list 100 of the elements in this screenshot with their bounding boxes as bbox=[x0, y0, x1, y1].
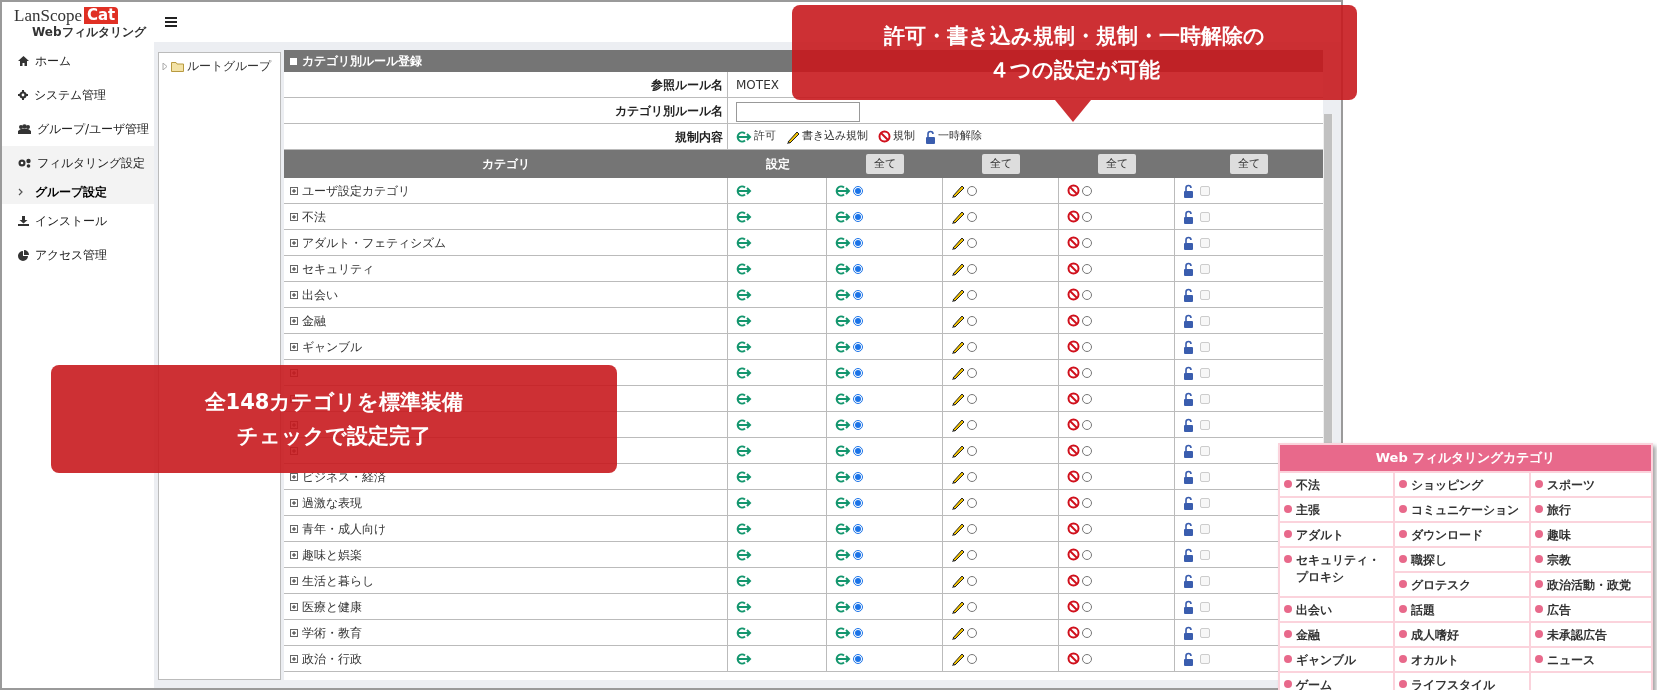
pencil-icon bbox=[951, 339, 965, 354]
arrow-circle-icon bbox=[736, 600, 752, 613]
sidebar-subitem[interactable]: グループ設定 bbox=[2, 180, 154, 204]
category-name: セキュリティ bbox=[302, 260, 374, 278]
checkbox[interactable] bbox=[1200, 419, 1210, 430]
gears-icon bbox=[18, 158, 31, 168]
checkbox[interactable] bbox=[1200, 653, 1210, 664]
padlock-icon bbox=[1183, 417, 1194, 432]
category-item: 宗教 bbox=[1547, 552, 1571, 569]
expand-icon bbox=[290, 316, 298, 325]
expand-icon bbox=[290, 342, 298, 351]
pencil-icon bbox=[951, 443, 965, 458]
checkbox[interactable] bbox=[1200, 497, 1210, 508]
category-name: 政治・行政 bbox=[302, 650, 362, 668]
expand-icon bbox=[290, 550, 298, 559]
checkbox[interactable] bbox=[1200, 237, 1210, 248]
checkbox[interactable] bbox=[1200, 263, 1210, 274]
padlock-icon bbox=[1183, 651, 1194, 666]
checkbox[interactable] bbox=[1200, 575, 1210, 586]
checkbox[interactable] bbox=[1200, 341, 1210, 352]
checkbox[interactable] bbox=[1200, 523, 1210, 534]
expand-icon bbox=[290, 524, 298, 533]
padlock-icon bbox=[1183, 443, 1194, 458]
padlock-icon bbox=[1183, 469, 1194, 484]
pencil-icon bbox=[951, 287, 965, 302]
padlock-icon bbox=[1183, 547, 1194, 562]
pie-chart-icon bbox=[18, 249, 29, 261]
pencil-icon bbox=[951, 391, 965, 406]
prohibited-icon bbox=[1067, 548, 1080, 561]
arrow-circle-icon bbox=[835, 392, 851, 405]
checkbox[interactable] bbox=[1200, 211, 1210, 222]
legend-label: 規制 bbox=[893, 128, 915, 145]
sidebar-item[interactable]: インストール bbox=[2, 204, 154, 238]
category-name: 趣味と娯楽 bbox=[302, 546, 362, 564]
padlock-icon bbox=[1183, 261, 1194, 276]
bullet-icon bbox=[1399, 630, 1407, 638]
bullet-icon bbox=[1535, 505, 1543, 513]
checkbox[interactable] bbox=[1200, 185, 1210, 196]
prohibited-icon bbox=[1067, 392, 1080, 405]
prohibited-icon bbox=[1067, 366, 1080, 379]
prohibited-icon bbox=[1067, 288, 1080, 301]
bullet-icon bbox=[1284, 655, 1292, 663]
arrow-circle-icon bbox=[736, 626, 752, 639]
category-name: ビジネス・経済 bbox=[302, 468, 386, 486]
tree-item[interactable]: ルートグループ bbox=[187, 57, 271, 75]
select-all-button[interactable]: 全て bbox=[1230, 154, 1268, 174]
category-name: 過激な表現 bbox=[302, 494, 362, 512]
arrow-circle-icon bbox=[835, 340, 851, 353]
prohibited-icon bbox=[1067, 470, 1080, 483]
checkbox[interactable] bbox=[1200, 289, 1210, 300]
expand-icon bbox=[290, 238, 298, 247]
arrow-circle-icon bbox=[736, 470, 752, 483]
select-all-button[interactable]: 全て bbox=[1098, 154, 1136, 174]
checkbox[interactable] bbox=[1200, 549, 1210, 560]
expand-icon bbox=[290, 212, 298, 221]
sidebar-item[interactable]: アクセス管理 bbox=[2, 238, 154, 272]
category-name: 生活と暮らし bbox=[302, 572, 374, 590]
arrow-circle-icon bbox=[736, 574, 752, 587]
checkbox[interactable] bbox=[1200, 315, 1210, 326]
checkbox[interactable] bbox=[1200, 471, 1210, 482]
checkbox[interactable] bbox=[1200, 393, 1210, 404]
arrow-circle-icon bbox=[736, 184, 752, 197]
expand-icon bbox=[290, 654, 298, 663]
scrollbar[interactable] bbox=[1323, 114, 1333, 444]
checkbox[interactable] bbox=[1200, 367, 1210, 378]
prohibited-icon bbox=[1067, 626, 1080, 639]
expand-icon bbox=[290, 498, 298, 507]
category-item: 趣味 bbox=[1547, 527, 1571, 544]
bullet-icon bbox=[1284, 480, 1292, 488]
category-item: 金融 bbox=[1296, 627, 1320, 644]
arrow-circle-icon bbox=[835, 314, 851, 327]
sidebar-item[interactable]: フィルタリング設定 bbox=[2, 146, 154, 180]
prohibited-icon bbox=[1067, 314, 1080, 327]
select-all-button[interactable]: 全て bbox=[982, 154, 1020, 174]
house-icon bbox=[18, 56, 29, 66]
arrow-circle-icon bbox=[736, 130, 752, 143]
sidebar-item[interactable]: グループ/ユーザ管理 bbox=[2, 112, 154, 146]
prohibited-icon bbox=[1067, 496, 1080, 509]
arrow-circle-icon bbox=[736, 366, 752, 379]
bullet-icon bbox=[1535, 630, 1543, 638]
sidebar-item[interactable]: ホーム bbox=[2, 44, 154, 78]
select-all-button[interactable]: 全て bbox=[866, 154, 904, 174]
checkbox[interactable] bbox=[1200, 627, 1210, 638]
arrow-circle-icon bbox=[835, 236, 851, 249]
pencil-icon bbox=[951, 521, 965, 536]
arrow-circle-icon bbox=[736, 522, 752, 535]
text-input[interactable] bbox=[736, 101, 860, 122]
checkbox[interactable] bbox=[1200, 601, 1210, 612]
checkbox[interactable] bbox=[1200, 445, 1210, 456]
padlock-icon bbox=[1183, 339, 1194, 354]
arrow-circle-icon bbox=[835, 522, 851, 535]
prohibited-icon bbox=[1067, 418, 1080, 431]
category-name: アダルト・フェティシズム bbox=[302, 234, 446, 252]
category-item: ニュース bbox=[1547, 652, 1595, 669]
expand-icon bbox=[290, 628, 298, 637]
padlock-icon bbox=[925, 129, 936, 144]
prohibited-icon bbox=[1067, 574, 1080, 587]
bullet-icon bbox=[1284, 630, 1292, 638]
sidebar-item[interactable]: システム管理 bbox=[2, 78, 154, 112]
pencil-icon bbox=[951, 599, 965, 614]
